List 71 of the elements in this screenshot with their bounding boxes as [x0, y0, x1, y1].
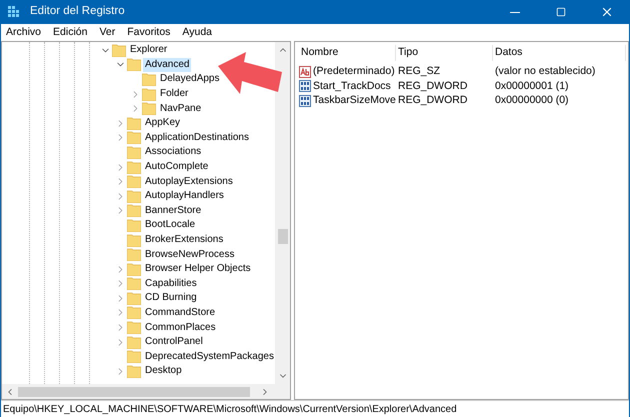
folder-icon	[127, 190, 141, 203]
tree-item[interactable]: Capabilities	[143, 276, 199, 291]
app-icon	[8, 5, 22, 19]
folder-icon	[127, 277, 141, 290]
tree-item[interactable]: Desktop	[143, 364, 184, 378]
value-data: 0x00000001 (1)	[494, 78, 570, 94]
tree-item[interactable]: AutoComplete	[143, 160, 210, 174]
folder-icon	[127, 58, 141, 72]
folder-icon	[127, 160, 141, 174]
column-header[interactable]: Datos	[495, 45, 626, 61]
folder-icon	[127, 234, 141, 247]
menu-item[interactable]: Edición	[53, 24, 88, 40]
folder-icon	[127, 292, 141, 305]
tree-item[interactable]: NavPane	[158, 102, 204, 116]
scroll-thumb[interactable]	[18, 386, 250, 396]
menu-item[interactable]: Archivo	[6, 24, 42, 40]
folder-icon	[127, 218, 141, 232]
tree-item[interactable]: BootLocale	[143, 218, 198, 232]
window-title: Editor del Registro	[30, 4, 125, 20]
folder-icon	[127, 350, 141, 364]
vertical-scrollbar[interactable]	[275, 42, 290, 384]
value-data: 0x00000000 (0)	[494, 93, 570, 108]
tree-item[interactable]: ControlPanel	[143, 335, 205, 350]
menu-item[interactable]: Ayuda	[182, 24, 212, 40]
folder-icon	[142, 102, 156, 116]
tree-item[interactable]: BrokerExtensions	[143, 233, 226, 248]
status-path: Equipo\HKEY_LOCAL_MACHINE\SOFTWARE\Microsoft\Windows\CurrentVersion\Explorer\Advanced	[3, 402, 457, 416]
folder-icon	[127, 306, 141, 320]
folder-icon	[127, 204, 141, 218]
folder-icon	[127, 131, 141, 144]
tree-item[interactable]: Browser Helper Objects	[143, 262, 253, 276]
maximize-icon	[556, 7, 566, 17]
folder-icon	[127, 146, 141, 159]
tree-item[interactable]: Associations	[143, 145, 204, 160]
value-data: (valor no establecido)	[494, 64, 596, 79]
folder-icon	[127, 262, 141, 276]
value-type: REG_DWORD	[397, 93, 468, 108]
tree-item[interactable]: AppKey	[143, 116, 182, 130]
folder-icon	[127, 116, 141, 130]
folder-icon	[127, 321, 141, 334]
column-header[interactable]: Tipo	[398, 45, 493, 61]
tree-item[interactable]: ApplicationDestinations	[143, 130, 251, 145]
folder-icon	[127, 175, 141, 188]
value-type: REG_DWORD	[397, 78, 468, 94]
tree-item[interactable]: CD Burning	[143, 291, 199, 306]
menu-item[interactable]: Favoritos	[127, 24, 170, 40]
tree-item[interactable]: AutoplayExtensions	[143, 174, 235, 189]
value-type: REG_SZ	[397, 64, 442, 79]
tree-item[interactable]: DeprecatedSystemPackages	[143, 350, 275, 364]
tree-item[interactable]: CommandStore	[143, 306, 218, 320]
folder-icon	[127, 336, 141, 349]
folder-icon	[142, 88, 156, 101]
value-name: Start_TrackDocs	[313, 78, 391, 94]
close-icon	[600, 5, 614, 19]
tree-item[interactable]: BannerStore	[143, 204, 204, 218]
folder-icon	[112, 44, 126, 57]
tree-item[interactable]: DelayedApps	[158, 72, 222, 86]
folder-icon	[127, 248, 141, 262]
folder-icon	[127, 364, 141, 378]
tree-item[interactable]: AutoplayHandlers	[143, 189, 226, 204]
value-name: (Predeterminado)	[313, 64, 395, 79]
tree-item[interactable]: CommonPlaces	[143, 320, 218, 335]
tree-item[interactable]: BrowseNewProcess	[143, 248, 236, 262]
menu-item[interactable]: Ver	[99, 24, 116, 40]
value-name: TaskbarSizeMove	[313, 93, 396, 108]
horizontal-scrollbar[interactable]	[2, 384, 290, 399]
tree-item[interactable]: Advanced	[143, 58, 192, 72]
scroll-thumb[interactable]	[278, 229, 288, 244]
column-header[interactable]: Nombre	[301, 45, 396, 61]
tree-item[interactable]: Folder	[158, 87, 190, 102]
tree-item[interactable]: Explorer	[128, 43, 170, 58]
